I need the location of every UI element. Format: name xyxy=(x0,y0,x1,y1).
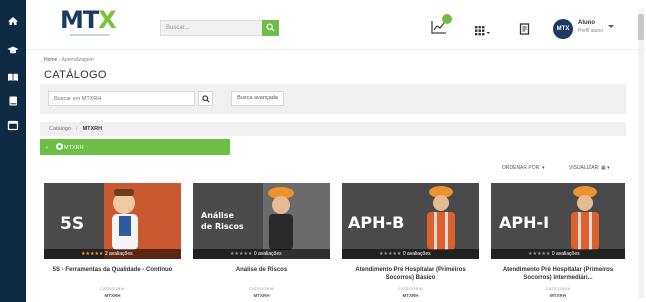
catalog-path: Catálogo / MTXRH xyxy=(40,122,626,136)
course-title[interactable]: 5S - Ferramentas da Qualidade - Contínuo xyxy=(47,266,178,274)
main-frame: MTX Buscar... MTX Aluno Perfil aluno Hom… xyxy=(26,0,646,302)
rating: ★★★★★ 2 avaliações xyxy=(44,249,181,259)
rating: ★★★★★ 0 avaliações xyxy=(491,249,625,259)
scrollbar-track[interactable] xyxy=(638,8,644,298)
category-label: CATEGORIA xyxy=(398,287,423,291)
rating-count: 0 avaliações xyxy=(402,251,431,257)
course-card[interactable]: APH-B ★★★★★ 0 avaliações Atendimento Pré… xyxy=(342,183,479,302)
course-title[interactable]: Atendimento Pré Hospitalar (Primeiros So… xyxy=(494,266,622,282)
breadcrumb: Home › Aprendizagem xyxy=(44,57,94,63)
course-card[interactable]: 5S ★★★★★ 2 avaliações 5S - Ferramentas d… xyxy=(44,183,181,302)
course-thumbnail[interactable]: 5S xyxy=(44,183,181,259)
scrollbar-thumb[interactable] xyxy=(638,14,644,40)
catalog-search-button[interactable] xyxy=(198,91,213,106)
course-thumbnail[interactable]: APH-I xyxy=(491,183,625,259)
chevron-left-icon[interactable]: ‹ xyxy=(46,145,52,151)
sort-dropdown[interactable]: ORDENAR POR: ▾ xyxy=(502,165,545,171)
sort-label: ORDENAR POR: xyxy=(502,165,541,171)
category-label: CATEGORIA xyxy=(545,287,571,291)
breadcrumb-home[interactable]: Home xyxy=(44,57,57,63)
path-separator: / xyxy=(76,126,78,132)
course-thumbnail[interactable]: APH-B xyxy=(342,183,479,259)
notification-badge xyxy=(442,14,452,24)
logo[interactable]: MTX xyxy=(60,6,117,34)
course-card[interactable]: APH-I ★★★★★ 0 avaliações Atendimento Pré… xyxy=(491,183,625,302)
book-icon[interactable] xyxy=(7,95,19,107)
calendar-icon[interactable] xyxy=(7,119,19,131)
top-search-input[interactable]: Buscar... xyxy=(160,20,263,36)
category-label: CATEGORIA xyxy=(100,287,125,291)
course-image-text: APH-B xyxy=(348,213,404,232)
grid-view-icon: ▦ xyxy=(600,165,606,171)
rating-count: 0 avaliações xyxy=(551,251,580,257)
rating: ★★★★★ 0 avaliações xyxy=(342,249,479,259)
category-icon xyxy=(56,143,63,150)
star-icons: ★★★★★ xyxy=(81,251,104,257)
course-thumbnail[interactable]: Análise de Riscos xyxy=(193,183,330,259)
rating-count: 0 avaliações xyxy=(253,251,282,257)
book-open-icon[interactable] xyxy=(7,71,19,83)
rating-count: 2 avaliações xyxy=(104,251,133,257)
catalog-search-input[interactable]: Buscar em MTXRH xyxy=(48,91,195,106)
path-root[interactable]: Catálogo xyxy=(49,126,71,132)
course-title[interactable]: Atendimento Pré Hospitalar (Primeiros So… xyxy=(345,266,476,282)
course-card[interactable]: Análise de Riscos ★★★★★ 0 avaliações Aná… xyxy=(193,183,330,302)
sidebar-rail xyxy=(0,0,26,302)
chevron-down-icon[interactable] xyxy=(608,25,614,28)
course-image-text: Análise xyxy=(201,211,235,220)
avatar[interactable]: MTX xyxy=(553,19,573,39)
category-value: MTXRH xyxy=(253,293,270,298)
course-image-text: APH-I xyxy=(499,213,549,232)
course-title[interactable]: Análise de Riscos xyxy=(196,266,327,274)
user-role: Perfil aluno xyxy=(578,28,604,34)
home-icon[interactable] xyxy=(7,15,19,27)
category-tab[interactable]: ‹ MTXRH xyxy=(40,139,230,155)
category-value: MTXRH xyxy=(402,293,419,298)
search-icon xyxy=(266,23,275,32)
search-icon xyxy=(202,95,210,103)
path-current: MTXRH xyxy=(82,126,103,132)
user-name[interactable]: Aluno xyxy=(578,20,595,26)
category-value: MTXRH xyxy=(104,293,121,298)
category-label: CATEGORIA xyxy=(249,287,274,291)
page-title: CATÁLOGO xyxy=(44,69,107,81)
category-tab-label: MTXRH xyxy=(64,145,84,151)
course-image-text: 5S xyxy=(60,214,84,234)
graduation-cap-icon[interactable] xyxy=(7,44,19,56)
rating: ★★★★★ 0 avaliações xyxy=(193,249,330,259)
top-search-button[interactable] xyxy=(262,20,279,36)
star-icons: ★★★★★ xyxy=(528,251,551,257)
star-icons: ★★★★★ xyxy=(230,251,253,257)
logo-tagline xyxy=(70,34,110,36)
category-value: MTXRH xyxy=(550,293,566,298)
breadcrumb-separator: › xyxy=(58,57,61,63)
view-dropdown[interactable]: VISUALIZAR: ▦ ▾ xyxy=(569,165,610,171)
apps-grid-icon[interactable] xyxy=(475,23,491,37)
course-image-text-line2: de Riscos xyxy=(201,222,244,231)
breadcrumb-current: Aprendizagem xyxy=(61,57,94,63)
notes-icon[interactable] xyxy=(519,22,535,36)
view-label: VISUALIZAR: xyxy=(569,165,600,171)
star-icons: ★★★★★ xyxy=(379,251,402,257)
advanced-search-button[interactable]: Busca avançada xyxy=(231,91,284,106)
